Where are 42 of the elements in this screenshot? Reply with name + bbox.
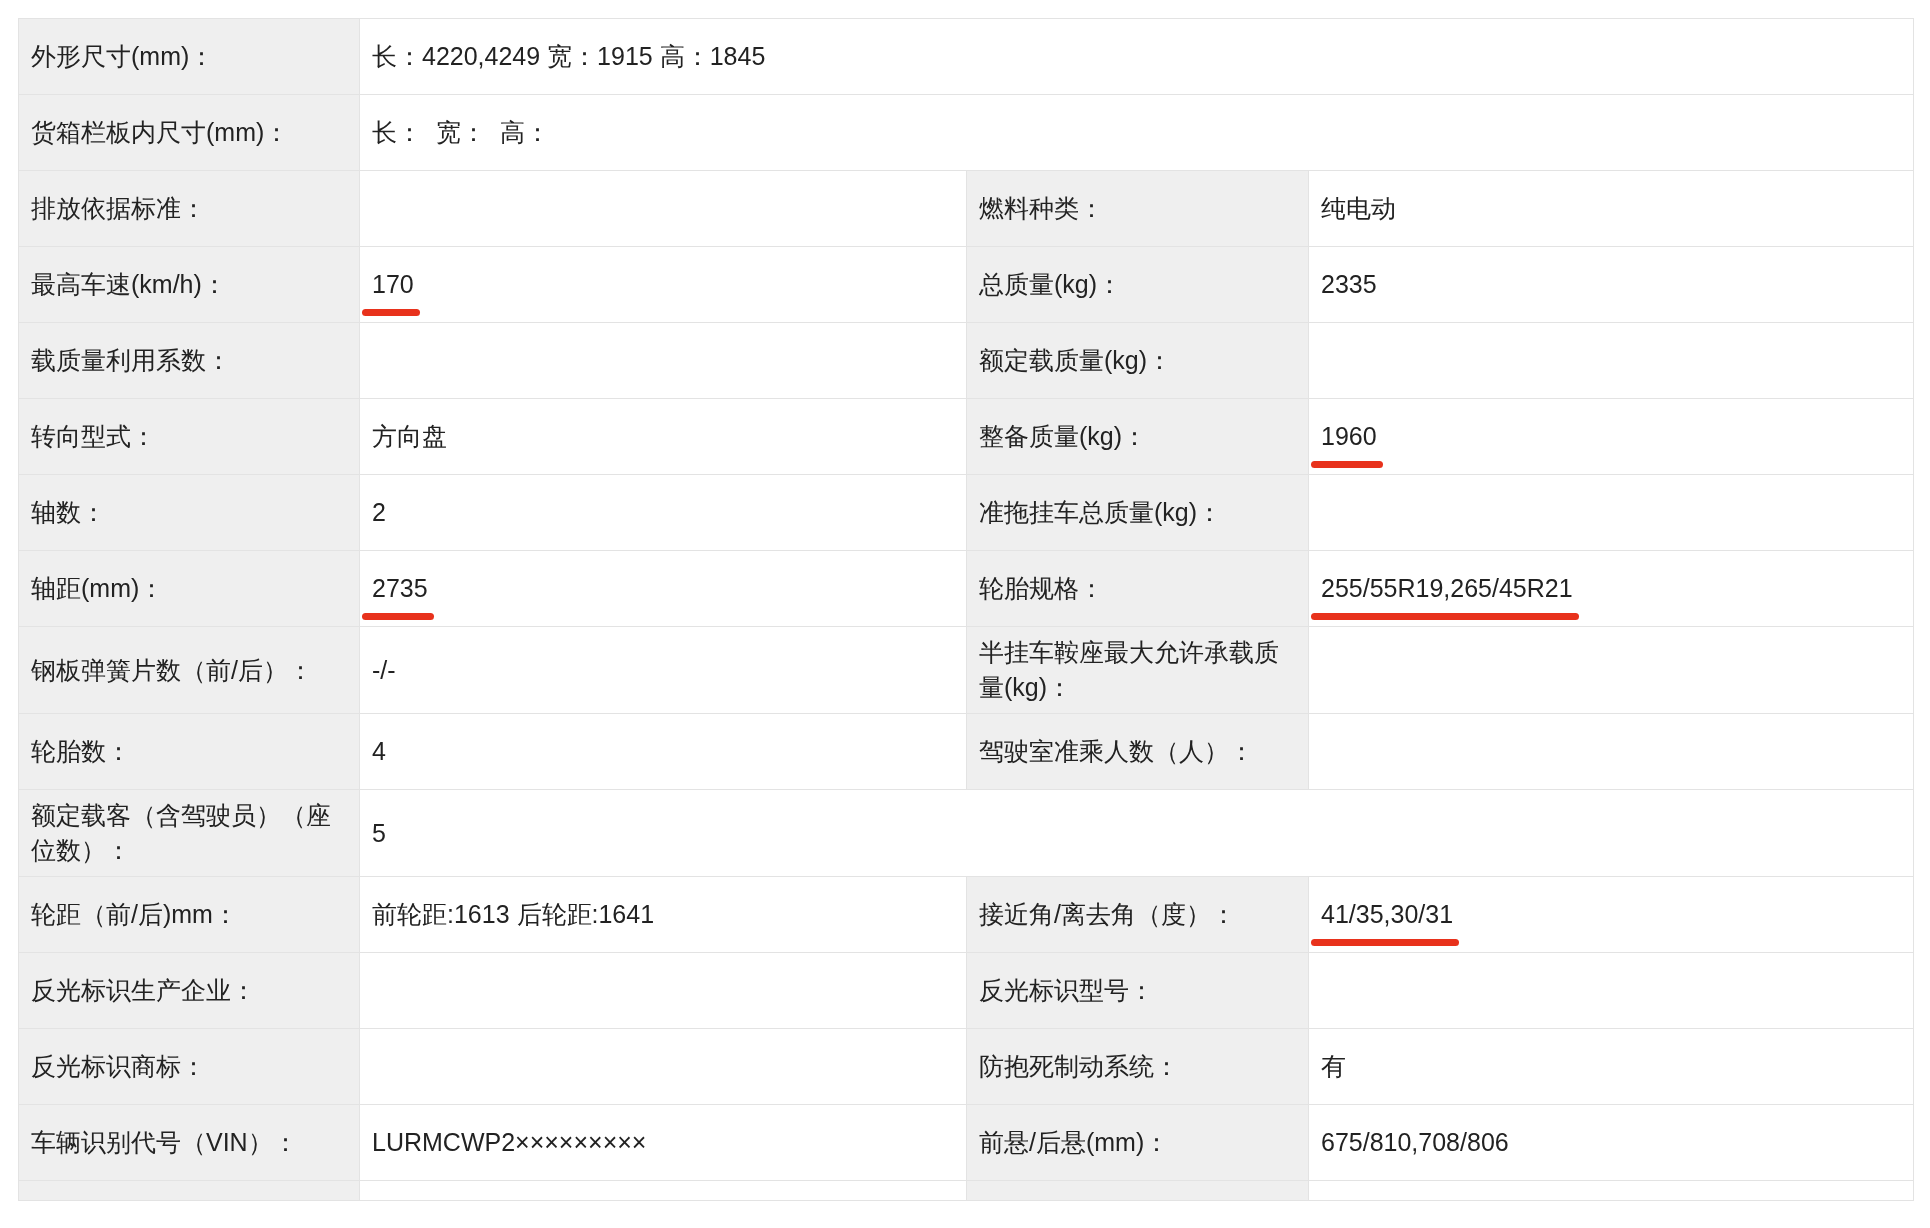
label-cell: 总质量(kg)： [967,247,1309,322]
label-cell: 转向型式： [19,399,360,474]
label-cell: 货箱栏板内尺寸(mm)： [19,95,360,170]
label-cell: 防抱死制动系统： [967,1029,1309,1104]
value-text: 前轮距:1613 后轮距:1641 [372,900,655,928]
label-cell: 载质量利用系数： [19,323,360,398]
value-text: -/- [372,655,396,684]
label-cell: 轮胎规格： [967,551,1309,626]
label-cell: 排放依据标准： [19,171,360,246]
value-text: LURMCWP2××××××××× [372,1128,647,1156]
label-cell: 车辆识别代号（VIN）： [19,1105,360,1180]
value-text: 255/55R19,265/45R21 [1321,574,1573,602]
label-cell: 反光标识型号： [967,953,1309,1028]
label-cell: 整备质量(kg)： [967,399,1309,474]
label-cell: 接近角/离去角（度）： [967,877,1309,952]
label-cell: 燃料种类： [967,171,1309,246]
value-text: 1960 [1321,422,1377,450]
label-cell: 轴数： [19,475,360,550]
label-cell: 驾驶室准乘人数（人）： [967,714,1309,789]
value-text: 675/810,708/806 [1321,1128,1509,1156]
label-cell: 额定载质量(kg)： [967,323,1309,398]
label-cell: 轴距(mm)： [19,551,360,626]
label-cell: 前悬/后悬(mm)： [967,1105,1309,1180]
label-cell: 轮距（前/后)mm： [19,877,360,952]
label-cell: 额定载客（含驾驶员）（座位数）： [19,790,360,876]
value-text: 2735 [372,574,428,602]
label-cell: 轮胎数： [19,714,360,789]
value-text: 2 [372,498,386,526]
label-cell: 外形尺寸(mm)： [19,19,360,94]
value-text: 170 [372,270,414,298]
label-cell: 半挂车鞍座最大允许承载质量(kg)： [967,627,1309,713]
value-text: 4 [372,737,386,765]
label-cell: 最高车速(km/h)： [19,247,360,322]
value-text: 2335 [1321,270,1377,298]
value-text: 纯电动 [1321,194,1396,222]
label-cell: 反光标识生产企业： [19,953,360,1028]
label-cell: 钢板弹簧片数（前/后）： [19,627,360,713]
label-cell: 反光标识商标： [19,1029,360,1104]
value-text: 方向盘 [372,422,447,450]
value-text: 41/35,30/31 [1321,900,1454,928]
label-cell: 准拖挂车总质量(kg)： [967,475,1309,550]
value-text: 有 [1321,1052,1346,1080]
